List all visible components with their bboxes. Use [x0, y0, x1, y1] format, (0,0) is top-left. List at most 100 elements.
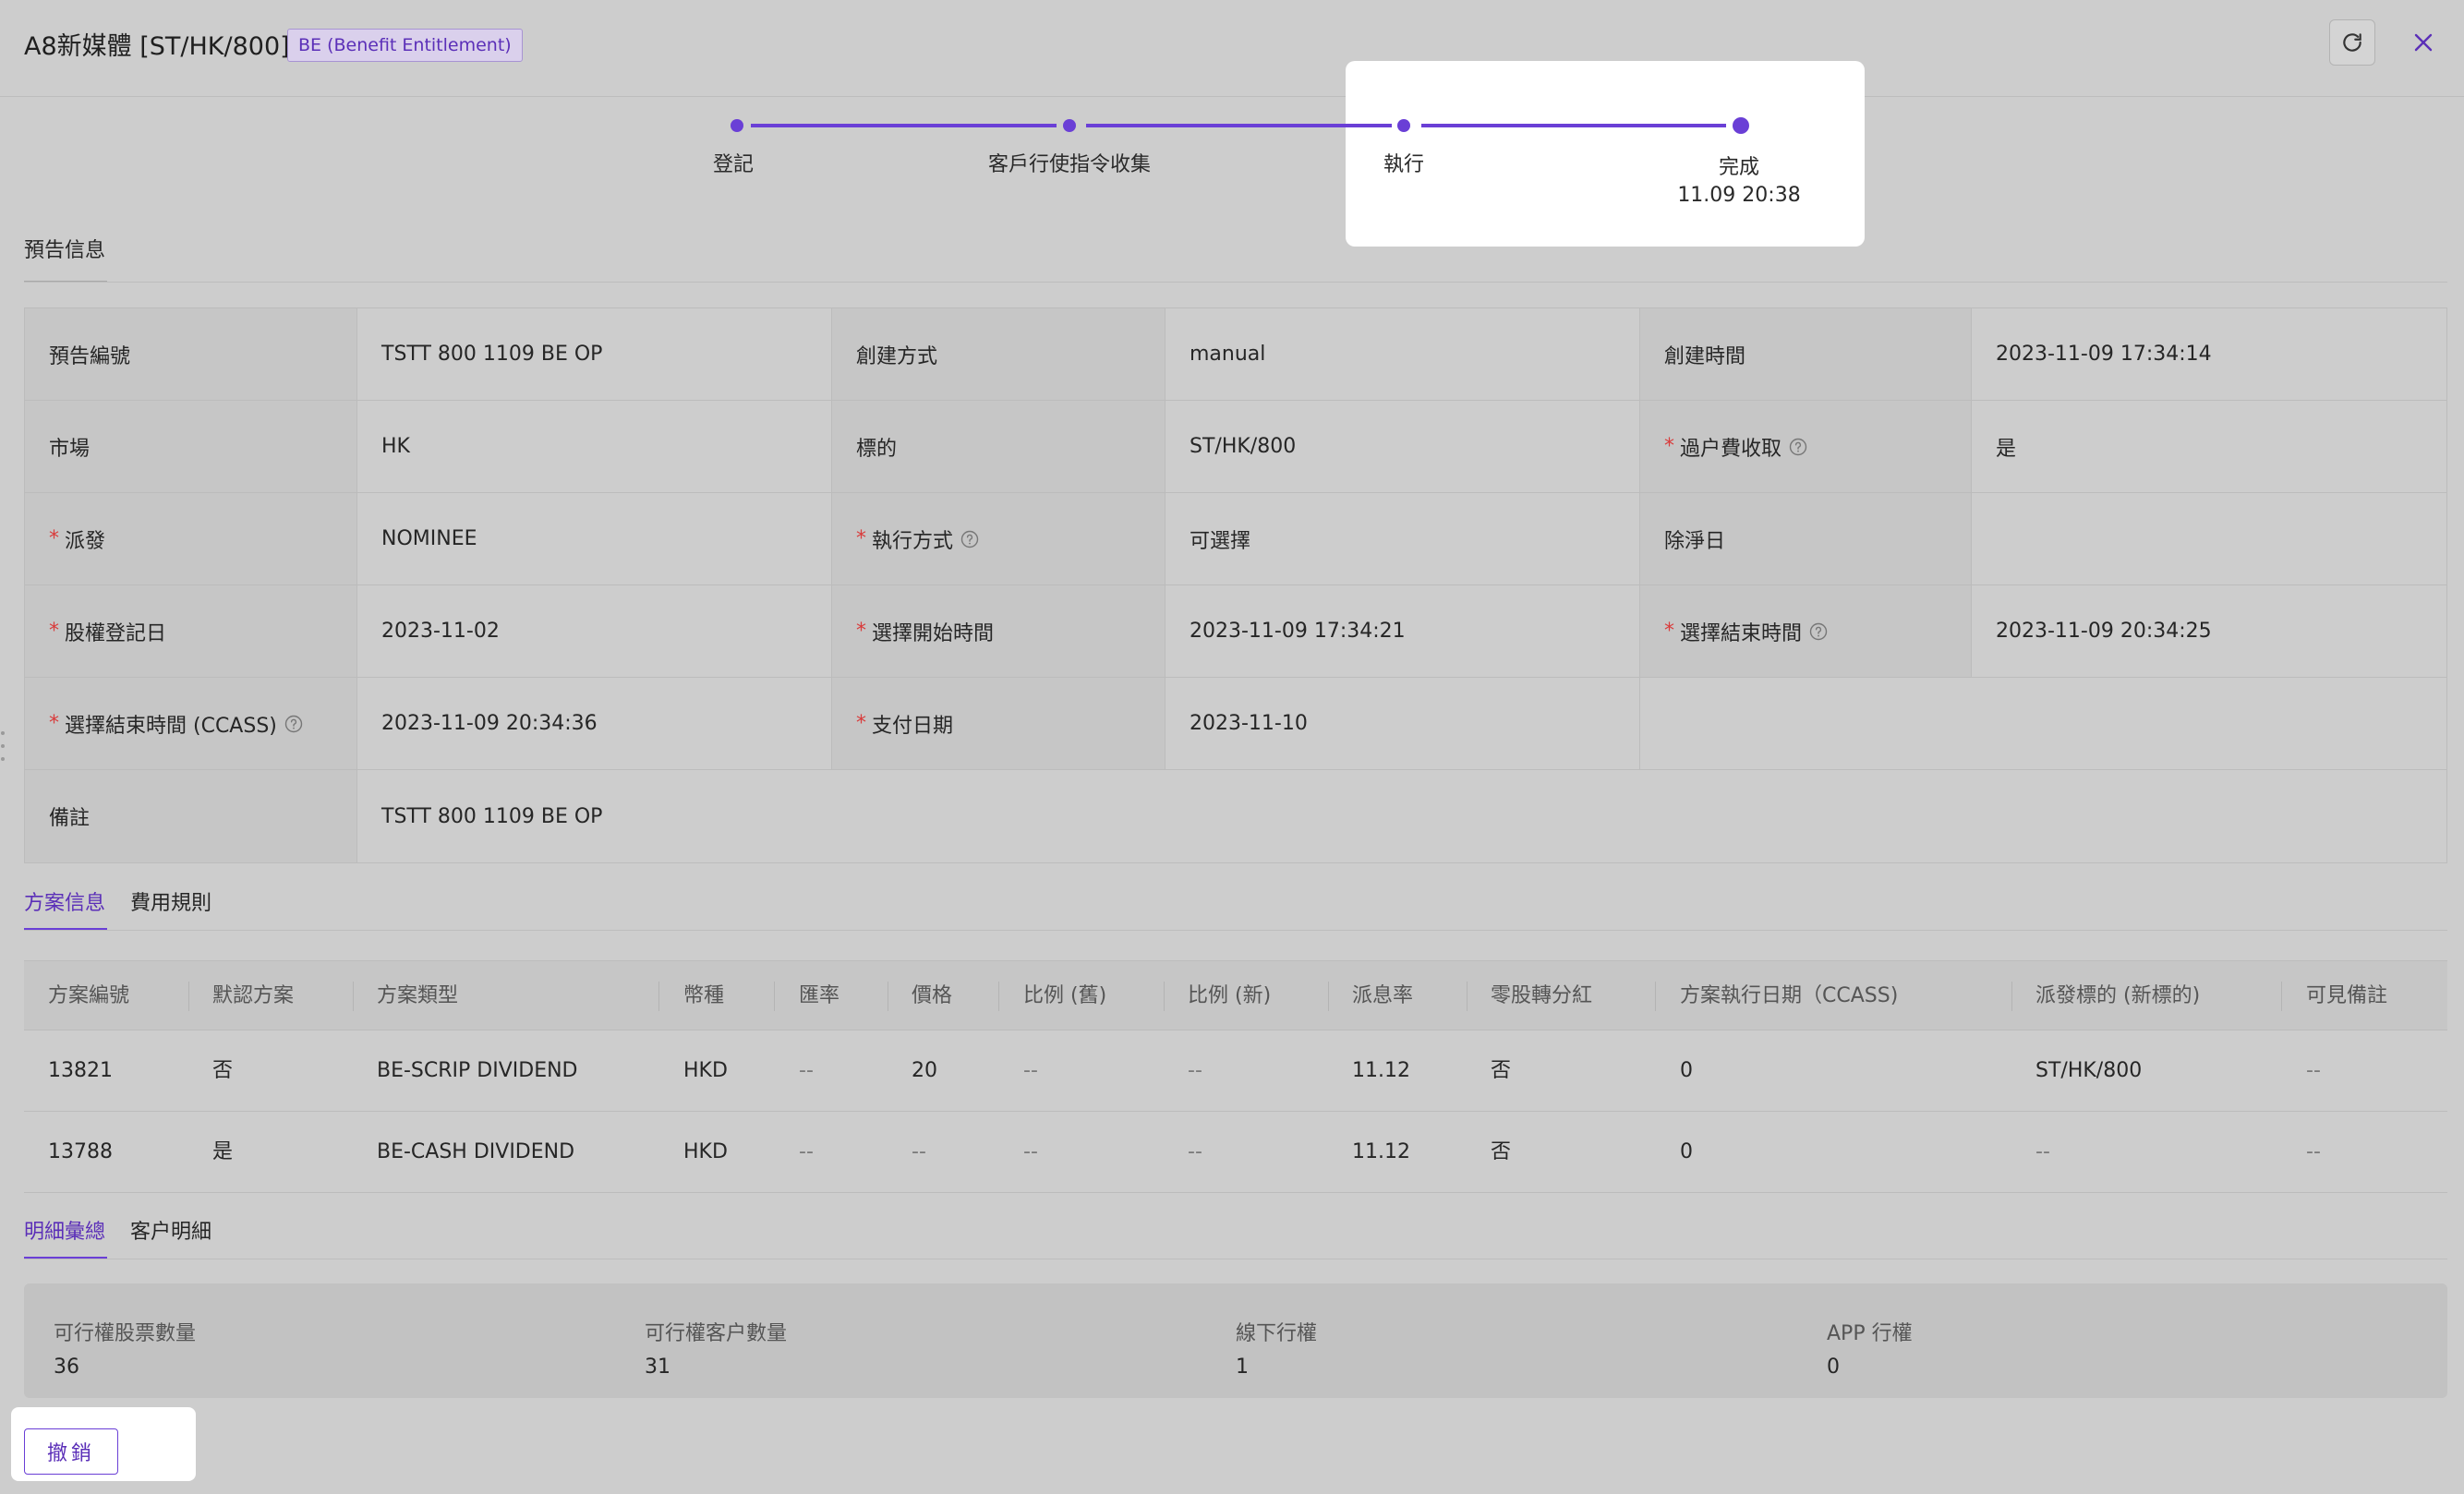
info-label: 市場	[25, 401, 357, 492]
info-value: NOMINEE	[357, 493, 832, 584]
summary-value: 1	[1236, 1355, 1249, 1379]
required-mark: *	[49, 620, 59, 643]
table-row: 13788 是 BE-CASH DIVIDEND HKD -- -- -- --…	[24, 1112, 2447, 1193]
refresh-icon	[2343, 33, 2361, 52]
summary-label: 可行權客户數量	[645, 1322, 788, 1345]
column-separator	[774, 982, 775, 1011]
column-separator	[1467, 982, 1468, 1011]
column-header: 零股轉分紅	[1491, 984, 1593, 1007]
info-value: 2023-11-09 20:34:36	[357, 678, 832, 769]
help-icon[interactable]	[1809, 622, 1828, 641]
summary-value: 31	[645, 1355, 670, 1379]
summary-label: 線下行權	[1236, 1322, 1318, 1345]
table-cell: 0	[1680, 1059, 1693, 1082]
column-separator	[1655, 982, 1656, 1011]
step-dot	[731, 119, 743, 132]
info-row: * 選擇結束時間 (CCASS) 2023-11-09 20:34:36 * 支…	[25, 678, 2446, 770]
tab-detail-summary[interactable]: 明細彙總	[24, 1215, 105, 1245]
info-label: * 執行方式	[832, 493, 1166, 584]
info-value: HK	[357, 401, 832, 492]
refresh-button[interactable]	[2329, 19, 2375, 66]
table-cell: --	[1023, 1059, 1038, 1082]
info-empty	[1640, 678, 2446, 769]
table-cell: 否	[1491, 1059, 1512, 1082]
column-separator	[188, 982, 189, 1011]
step-time: 11.09 20:38	[1677, 184, 1801, 207]
page-title: A8新媒體 [ST/HK/800]	[24, 32, 290, 61]
table-cell: HKD	[683, 1059, 728, 1082]
close-button[interactable]	[2405, 22, 2442, 63]
required-mark: *	[49, 527, 59, 550]
table-cell: BE-SCRIP DIVIDEND	[377, 1059, 578, 1082]
column-header: 匯率	[799, 984, 840, 1007]
drag-handle-icon[interactable]	[0, 729, 6, 763]
table-cell: 13821	[48, 1059, 113, 1082]
column-header: 派發標的 (新標的)	[2035, 984, 2201, 1007]
column-separator	[658, 982, 659, 1011]
summary-label: APP 行權	[1827, 1322, 1913, 1345]
column-separator	[353, 982, 354, 1011]
table-cell: HKD	[683, 1140, 728, 1163]
column-header: 比例 (新)	[1188, 984, 1272, 1007]
column-separator	[1328, 982, 1329, 1011]
column-separator	[1164, 982, 1165, 1011]
table-cell: 11.12	[1352, 1059, 1410, 1082]
info-value: manual	[1166, 308, 1640, 400]
info-label: 除淨日	[1640, 493, 1972, 584]
info-label: * 選擇結束時間	[1640, 585, 1972, 677]
info-row: 預告編號 TSTT 800 1109 BE OP 創建方式 manual 創建時…	[25, 308, 2446, 401]
info-value	[1972, 493, 2446, 584]
column-header: 價格	[912, 984, 953, 1007]
table-cell: --	[1023, 1140, 1038, 1163]
info-value: ST/HK/800	[1166, 401, 1640, 492]
info-value: 是	[1972, 401, 2446, 492]
table-cell: --	[799, 1140, 814, 1163]
info-label: * 選擇開始時間	[832, 585, 1166, 677]
info-value: 2023-11-09 20:34:25	[1972, 585, 2446, 677]
summary-value: 0	[1827, 1355, 1840, 1379]
tab-scheme-info[interactable]: 方案信息	[24, 886, 105, 916]
info-label: * 支付日期	[832, 678, 1166, 769]
tab-fee-rules[interactable]: 費用規則	[130, 886, 211, 916]
stepper-line	[1421, 124, 1726, 127]
help-icon[interactable]	[960, 530, 979, 548]
undo-button[interactable]: 撤銷	[24, 1428, 118, 1475]
table-cell: 是	[212, 1140, 234, 1163]
info-value: 2023-11-02	[357, 585, 832, 677]
column-header: 默認方案	[212, 984, 295, 1007]
info-value: 2023-11-09 17:34:21	[1166, 585, 1640, 677]
table-cell: ST/HK/800	[2035, 1059, 2143, 1082]
info-value: 2023-11-09 17:34:14	[1972, 308, 2446, 400]
summary-label: 可行權股票數量	[54, 1322, 197, 1345]
required-mark: *	[856, 527, 866, 550]
column-header: 派息率	[1352, 984, 1414, 1007]
help-icon[interactable]	[284, 715, 303, 733]
summary-value: 36	[54, 1355, 79, 1379]
header-divider	[0, 96, 2464, 97]
info-row: * 派發 NOMINEE * 執行方式 可選擇 除淨日	[25, 493, 2446, 585]
table-cell: --	[2035, 1140, 2050, 1163]
step-label: 完成	[1718, 156, 1759, 179]
table-cell: --	[912, 1140, 926, 1163]
step-label: 登記	[712, 153, 754, 176]
column-header: 方案編號	[48, 984, 130, 1007]
table-cell: 20	[912, 1059, 937, 1082]
required-mark: *	[1664, 620, 1674, 643]
stepper-line	[1086, 124, 1392, 127]
step-label: 客戶行使指令收集	[987, 153, 1151, 176]
column-header: 幣種	[683, 984, 725, 1007]
help-icon[interactable]	[1789, 438, 1807, 456]
info-label: 創建方式	[832, 308, 1166, 400]
step-dot-current	[1733, 117, 1749, 134]
table-cell: --	[1188, 1059, 1202, 1082]
table-row: 13821 否 BE-SCRIP DIVIDEND HKD -- 20 -- -…	[24, 1030, 2447, 1112]
required-mark: *	[49, 712, 59, 735]
table-cell: 否	[212, 1059, 234, 1082]
tab-client-detail[interactable]: 客户明細	[130, 1215, 211, 1245]
info-section-title: 預告信息	[24, 239, 106, 262]
required-mark: *	[1664, 435, 1674, 458]
info-row: * 股權登記日 2023-11-02 * 選擇開始時間 2023-11-09 1…	[25, 585, 2446, 678]
step-dot	[1397, 119, 1410, 132]
info-label: 創建時間	[1640, 308, 1972, 400]
column-separator	[998, 982, 999, 1011]
